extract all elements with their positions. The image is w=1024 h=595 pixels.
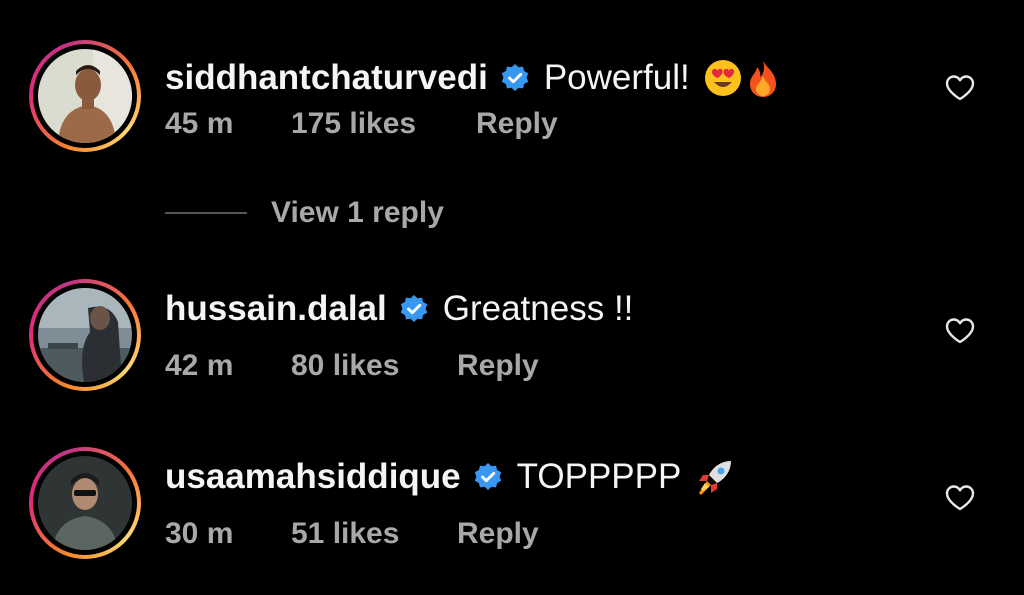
view-replies-toggle[interactable]: View 1 reply [165, 195, 505, 231]
likes-count[interactable]: 51 likes [291, 517, 399, 551]
comment-text: TOPPPPP [516, 457, 682, 496]
likes-count[interactable]: 80 likes [291, 349, 399, 383]
verified-badge-icon [500, 63, 530, 93]
likes-count[interactable]: 175 likes [291, 107, 416, 141]
rocket-emoji [695, 457, 735, 497]
comment-text: Greatness !! [442, 289, 634, 328]
reply-button[interactable]: Reply [457, 517, 539, 551]
heart-outline-icon [945, 485, 975, 511]
username[interactable]: siddhantchaturvedi [165, 58, 488, 98]
divider [165, 212, 247, 214]
verified-badge-icon [473, 462, 503, 492]
fire-emoji [746, 58, 780, 98]
like-button[interactable] [944, 72, 976, 104]
comment-timestamp: 45 m [165, 107, 234, 140]
heart-outline-icon [945, 75, 975, 101]
verified-badge-icon [399, 294, 429, 324]
reply-button[interactable]: Reply [476, 107, 558, 141]
like-button[interactable] [944, 315, 976, 347]
comment-timestamp: 30 m [165, 517, 234, 550]
heart-eyes-emoji [704, 59, 742, 97]
avatar[interactable] [29, 279, 141, 391]
avatar[interactable] [29, 40, 141, 152]
view-replies-label[interactable]: View 1 reply [271, 195, 444, 231]
like-button[interactable] [944, 482, 976, 514]
reply-button[interactable]: Reply [457, 349, 539, 383]
heart-outline-icon [945, 318, 975, 344]
username[interactable]: usaamahsiddique [165, 457, 461, 497]
comment-timestamp: 42 m [165, 349, 234, 382]
comment-text: Powerful! [543, 58, 690, 97]
username[interactable]: hussain.dalal [165, 289, 387, 329]
avatar[interactable] [29, 447, 141, 559]
